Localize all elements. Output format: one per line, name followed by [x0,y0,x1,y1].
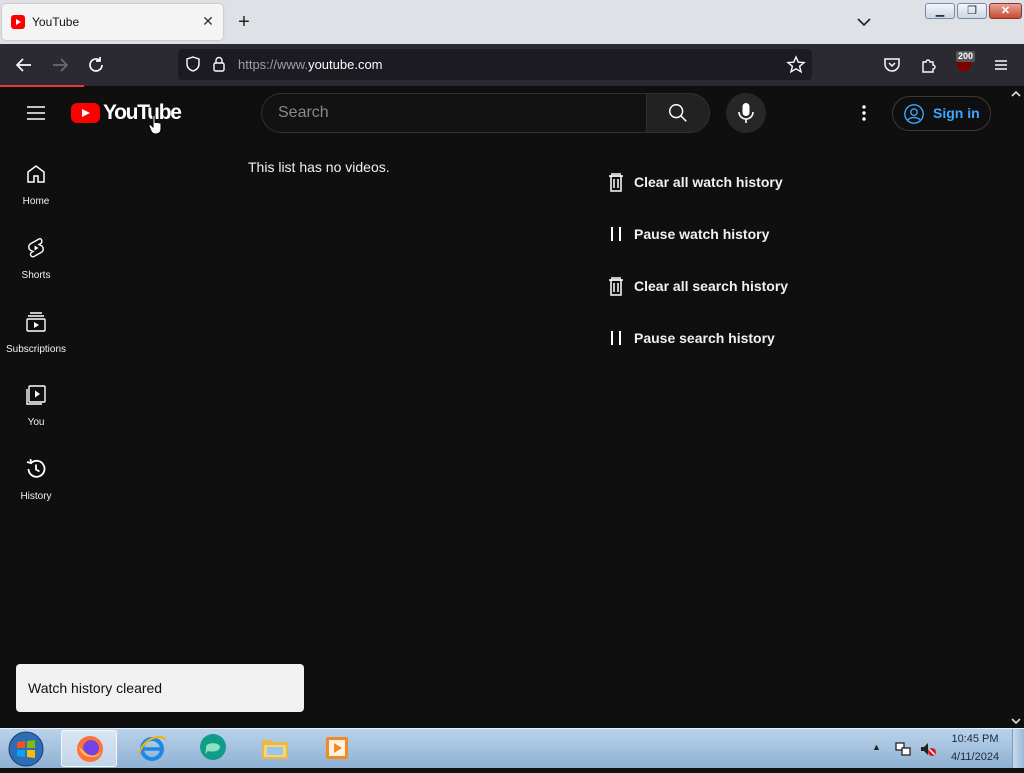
reload-button[interactable] [85,54,107,76]
home-icon [27,165,45,183]
chevron-down-icon [857,18,871,27]
taskbar-firefox[interactable] [61,730,117,767]
forward-button[interactable] [49,54,71,76]
more-vertical-icon [862,105,866,121]
bookmark-star-icon[interactable] [785,54,807,81]
sidebar-item-label: Subscriptions [5,344,67,355]
url-scheme: https://www. [238,57,309,72]
action-label: Clear all watch history [634,174,783,190]
start-button[interactable] [4,730,48,768]
hamburger-icon [995,60,1007,70]
trash-icon [609,277,623,296]
toast-message: Watch history cleared [28,680,163,696]
taskbar-media-player[interactable] [309,730,365,767]
folder-icon [262,740,288,759]
arrow-right-icon [53,58,69,72]
search-icon [669,104,687,122]
clear-watch-history-button[interactable]: Clear all watch history [605,171,805,195]
sidebar-item-you[interactable]: You [0,383,72,457]
show-hidden-icons-button[interactable]: ▲ [872,742,881,752]
tab-youtube[interactable]: YouTube ✕ [2,4,223,40]
taskbar-chat-app[interactable] [185,730,241,767]
extensions-puzzle-icon[interactable] [918,54,940,81]
shorts-icon [28,238,44,258]
youtube-favicon-icon [11,15,25,29]
pocket-icon[interactable] [881,54,903,81]
action-label: Clear all search history [634,278,789,294]
trash-icon [609,173,623,192]
hamburger-icon [27,106,45,120]
page-load-progress [0,85,84,87]
history-icon [26,458,46,478]
you-library-icon [26,385,46,405]
tab-close-button[interactable]: ✕ [200,13,216,29]
microphone-icon [738,103,754,123]
show-desktop-button[interactable] [1012,729,1024,768]
scroll-down-arrow[interactable] [1009,714,1023,726]
sign-in-button[interactable]: Sign in [892,96,991,131]
settings-more-button[interactable] [852,101,876,125]
window-restore-button[interactable]: ❐ [957,3,987,19]
empty-list-message: This list has no videos. [248,159,390,175]
tab-title: YouTube [32,15,80,29]
shield-icon[interactable] [184,55,202,78]
taskbar-internet-explorer[interactable] [124,730,180,767]
pause-watch-history-button[interactable]: Pause watch history [605,223,805,247]
new-tab-button[interactable]: + [234,12,254,32]
pause-icon [611,227,621,241]
action-label: Pause watch history [634,226,770,242]
ublock-count-badge: 200 [956,51,976,62]
guide-menu-button[interactable] [24,101,48,125]
hand-cursor-icon [148,114,164,141]
network-icon[interactable] [894,740,912,763]
youtube-play-logo-icon [71,103,100,123]
sign-in-label: Sign in [933,105,980,121]
firefox-icon [77,736,103,762]
search-button[interactable] [646,93,710,133]
account-circle-icon [904,104,924,124]
minimize-icon: ▁ [935,5,945,17]
sidebar-item-history[interactable]: History [0,457,72,531]
window-close-button[interactable]: ✕ [989,3,1022,19]
sidebar-item-label: History [20,491,52,502]
scroll-up-arrow[interactable] [1009,87,1023,99]
url-text[interactable]: https://www.youtube.com [238,57,383,72]
speaker-muted-icon[interactable] [919,740,937,763]
lock-icon[interactable] [210,55,228,78]
url-host: youtube.com [308,57,383,72]
search-box[interactable] [261,93,647,133]
sidebar-item-label: Home [22,196,50,207]
action-label: Pause search history [634,330,775,346]
search-input[interactable] [278,94,638,132]
list-all-tabs-button[interactable] [854,12,874,32]
taskbar-file-explorer[interactable] [247,730,303,767]
voice-search-button[interactable] [726,93,766,133]
restore-icon: ❐ [967,5,977,17]
sidebar-item-subscriptions[interactable]: Subscriptions [0,310,72,384]
sidebar-item-home[interactable]: Home [0,162,72,236]
window-minimize-button[interactable]: ▁ [925,3,955,19]
pause-icon [611,331,621,345]
chevron-down-icon [1011,718,1021,725]
toast-notification: Watch history cleared [16,664,304,712]
sidebar-item-label: Shorts [21,270,51,281]
chevron-up-icon [1011,90,1021,97]
sidebar-item-label: You [27,417,45,428]
browser-menu-button[interactable] [990,54,1012,81]
clear-search-history-button[interactable]: Clear all search history [605,275,805,299]
youtube-logo-text: YouTube [103,101,182,124]
pause-search-history-button[interactable]: Pause search history [605,327,805,351]
clock-time[interactable]: 10:45 PM [946,733,1004,745]
internet-explorer-icon [138,736,166,761]
reload-icon [89,57,103,72]
windows-logo-icon [8,731,44,767]
subscriptions-icon [26,312,46,332]
back-button[interactable] [13,54,35,76]
media-player-icon [326,737,348,759]
close-icon: ✕ [1000,5,1011,17]
clock-date[interactable]: 4/11/2024 [946,751,1004,763]
chat-bubble-icon [200,734,226,760]
sidebar-item-shorts[interactable]: Shorts [0,236,72,310]
arrow-left-icon [15,58,31,72]
